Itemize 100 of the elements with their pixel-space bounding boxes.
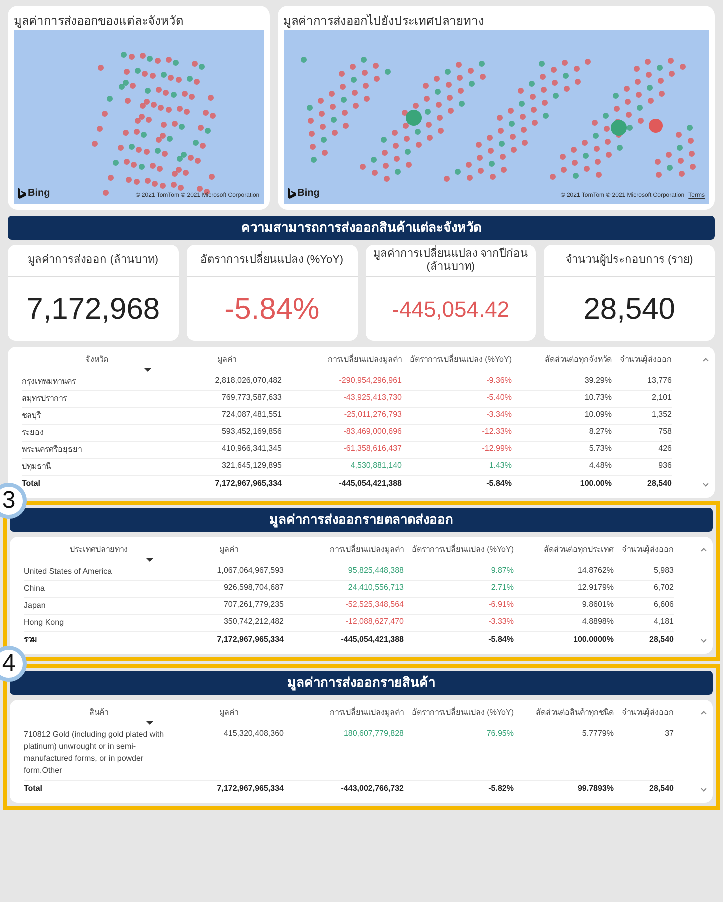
kpi-label: มูลค่าการส่งออก (ล้านบาท) <box>28 254 159 267</box>
table-cell: 24,410,556,713 <box>348 583 404 592</box>
table-cell: China <box>24 584 45 593</box>
table-cell: 410,966,341,345 <box>222 444 282 453</box>
table-cell: 10.73% <box>584 393 612 402</box>
table-cell: 9.87% <box>491 566 514 575</box>
scrollbar[interactable] <box>703 357 709 488</box>
table-cell: -5.40% <box>486 393 512 402</box>
kpi-label: มูลค่าการเปลี่ยนแปลง จากปีก่อน (ล้านบาท) <box>372 248 530 274</box>
table-cell: -52,525,348,564 <box>346 600 404 609</box>
column-header[interactable]: จำนวนผู้ส่งออก <box>614 545 674 555</box>
scrollbar[interactable] <box>701 710 707 793</box>
kpi-value: -5.84% <box>224 292 320 328</box>
column-header[interactable]: สัดส่วนต่อทุกจังหวัด <box>512 355 612 365</box>
table-cell: สมุทรปราการ <box>22 394 67 403</box>
table-cell: 1.43% <box>489 461 512 470</box>
total-cell: 100.00% <box>580 479 612 488</box>
section-banner: มูลค่าการส่งออกรายสินค้า <box>10 671 713 695</box>
table-cell: -25,011,276,793 <box>344 410 402 419</box>
table-cell: 9.8601% <box>582 600 614 609</box>
table-cell: 321,645,129,895 <box>222 461 282 470</box>
total-cell: 28,540 <box>650 784 674 793</box>
sort-arrow-icon[interactable] <box>146 558 154 562</box>
table-cell: 14.8762% <box>578 566 614 575</box>
table-cell: 4,530,881,140 <box>350 461 402 470</box>
bing-logo-icon <box>18 188 26 199</box>
table-cell: -83,469,000,696 <box>344 427 402 436</box>
table-cell: 350,742,212,482 <box>224 617 284 626</box>
table-cell: United States of America <box>24 567 112 576</box>
table-cell: 724,087,481,551 <box>222 410 282 419</box>
scrollbar[interactable] <box>701 547 707 644</box>
table-cell: พระนครศรีอยุธยา <box>22 445 82 454</box>
table-cell: 39.29% <box>584 376 612 385</box>
map-title: มูลค่าการส่งออกไปยังประเทศปลายทาง <box>284 13 486 30</box>
bing-logo-icon <box>288 188 296 199</box>
table-cell: กรุงเทพมหานคร <box>22 377 76 386</box>
table-cell: -12.99% <box>482 444 512 453</box>
sort-arrow-icon[interactable] <box>144 368 152 372</box>
table-cell: -9.36% <box>486 376 512 385</box>
column-header[interactable]: สินค้า <box>24 708 174 718</box>
table-cell: 1,067,064,967,593 <box>217 566 284 575</box>
column-header[interactable]: มูลค่า <box>174 708 284 718</box>
total-cell: -5.82% <box>488 784 514 793</box>
kpi-value: 7,172,968 <box>26 292 160 328</box>
total-cell: -445,054,421,388 <box>339 479 402 488</box>
table-cell: 710812 Gold (including gold plated with platinum) unwrought or in semi-manufactured forms, or in powder form.Other <box>24 730 164 775</box>
table-cell: Japan <box>24 601 46 610</box>
table-cell: ปทุมธานี <box>22 462 51 471</box>
table-cell: 76.95% <box>486 729 514 738</box>
column-header[interactable]: อัตราการเปลี่ยนแปลง (%YoY) <box>402 355 512 365</box>
total-cell: Total <box>24 784 43 793</box>
table-cell: ระยอง <box>22 428 44 437</box>
column-header[interactable]: การเปลี่ยนแปลงมูลค่า <box>284 708 404 718</box>
table-cell: 1,352 <box>652 410 672 419</box>
table-cell: 180,607,779,828 <box>344 729 404 738</box>
column-header[interactable]: สัดส่วนต่อสินค้าทุกชนิด <box>514 708 614 718</box>
table-cell: 8.27% <box>589 427 612 436</box>
table-cell: 6,702 <box>654 583 674 592</box>
table-cell: 13,776 <box>648 376 672 385</box>
column-header[interactable]: จำนวนผู้ส่งออก <box>614 708 674 718</box>
column-header[interactable]: มูลค่า <box>174 545 284 555</box>
bing-logo-text: Bing <box>298 187 320 201</box>
kpi-value: 28,540 <box>584 292 676 328</box>
table-cell: 2.71% <box>491 583 514 592</box>
column-header[interactable]: อัตราการเปลี่ยนแปลง (%YoY) <box>404 545 514 555</box>
column-header[interactable]: การเปลี่ยนแปลงมูลค่า <box>282 355 402 365</box>
total-cell: -5.84% <box>488 635 514 644</box>
total-cell: -443,002,766,732 <box>341 784 404 793</box>
column-header[interactable]: ประเทศปลายทาง <box>24 545 174 555</box>
map-title: มูลค่าการส่งออกของแต่ละจังหวัด <box>14 13 185 30</box>
table-cell: ชลบุรี <box>22 411 41 420</box>
total-cell: 7,172,967,965,334 <box>217 784 284 793</box>
table-cell: 10.09% <box>584 410 612 419</box>
table-cell: 4,181 <box>654 617 674 626</box>
table-cell: -3.33% <box>488 617 514 626</box>
column-header[interactable]: จำนวนผู้ส่งออก <box>612 355 672 365</box>
table-cell: -3.34% <box>486 410 512 419</box>
table-cell: -6.91% <box>488 600 514 609</box>
table-cell: 707,261,779,235 <box>224 600 284 609</box>
total-cell: รวม <box>24 635 37 644</box>
table-cell: 5.73% <box>589 444 612 453</box>
table-cell: -12.33% <box>482 427 512 436</box>
section-banner: ความสามารถการส่งออกสินค้าแต่ละจังหวัด <box>8 216 715 240</box>
table-cell: 758 <box>658 427 672 436</box>
kpi-value: -445,054.42 <box>392 296 510 324</box>
column-header[interactable]: การเปลี่ยนแปลงมูลค่า <box>284 545 404 555</box>
table-cell: 5.7779% <box>582 729 614 738</box>
total-cell: 28,540 <box>650 635 674 644</box>
table-cell: -61,358,616,437 <box>344 444 402 453</box>
table-cell: Hong Kong <box>24 618 64 627</box>
total-cell: 28,540 <box>648 479 672 488</box>
sort-arrow-icon[interactable] <box>146 721 154 725</box>
table-cell: 4.8898% <box>582 617 614 626</box>
table-cell: 37 <box>665 729 674 738</box>
column-header[interactable]: อัตราการเปลี่ยนแปลง (%YoY) <box>404 708 514 718</box>
column-header[interactable]: มูลค่า <box>172 355 282 365</box>
column-header[interactable]: สัดส่วนต่อทุกประเทศ <box>514 545 614 555</box>
total-cell: 99.7893% <box>578 784 614 793</box>
table-cell: 426 <box>658 444 672 453</box>
column-header[interactable]: จังหวัด <box>22 355 172 365</box>
